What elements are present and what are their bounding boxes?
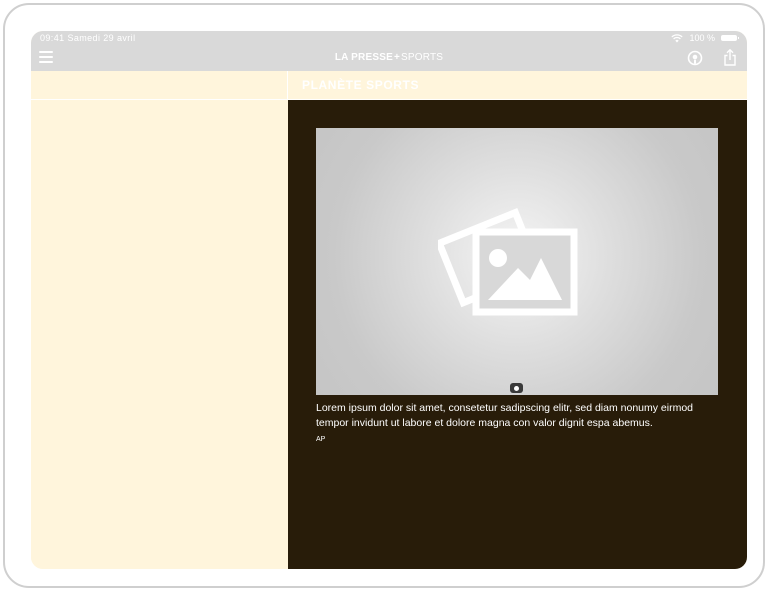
wifi-icon	[671, 33, 684, 42]
device-frame: 09:41 Samedi 29 avril 100 % LA PRESSE+SP…	[3, 3, 765, 588]
article-photo[interactable]	[316, 128, 718, 395]
status-indicators: 100 %	[671, 33, 739, 43]
battery-icon	[721, 35, 739, 41]
status-date: Samedi 29 avril	[67, 33, 136, 43]
camera-icon[interactable]	[510, 383, 523, 393]
section-title: PLANÈTE SPORTS	[302, 78, 420, 92]
brand-main: LA PRESSE	[334, 52, 393, 63]
podcast-icon[interactable]	[687, 50, 703, 66]
image-placeholder-icon	[438, 208, 578, 316]
status-datetime: 09:41 Samedi 29 avril	[40, 33, 135, 43]
photo-caption: Lorem ipsum dolor sit amet, consetetur s…	[316, 402, 694, 429]
screen: 09:41 Samedi 29 avril 100 % LA PRESSE+SP…	[31, 31, 747, 569]
brand-sub: SPORTS	[401, 52, 444, 63]
photo-credit: AP	[316, 436, 326, 443]
share-icon[interactable]	[723, 49, 737, 66]
left-pane	[31, 100, 288, 569]
article-pane: Lorem ipsum dolor sit amet, consetetur s…	[288, 100, 747, 569]
brand-plus: +	[393, 52, 400, 63]
status-time: 09:41	[40, 33, 65, 43]
brand-logo[interactable]: LA PRESSE+SPORTS	[31, 52, 747, 63]
battery-percent: 100 %	[689, 33, 715, 43]
status-bar: 09:41 Samedi 29 avril 100 %	[31, 31, 747, 46]
section-header: PLANÈTE SPORTS	[31, 71, 747, 100]
nav-bar: LA PRESSE+SPORTS	[31, 46, 747, 71]
section-divider	[287, 71, 288, 100]
